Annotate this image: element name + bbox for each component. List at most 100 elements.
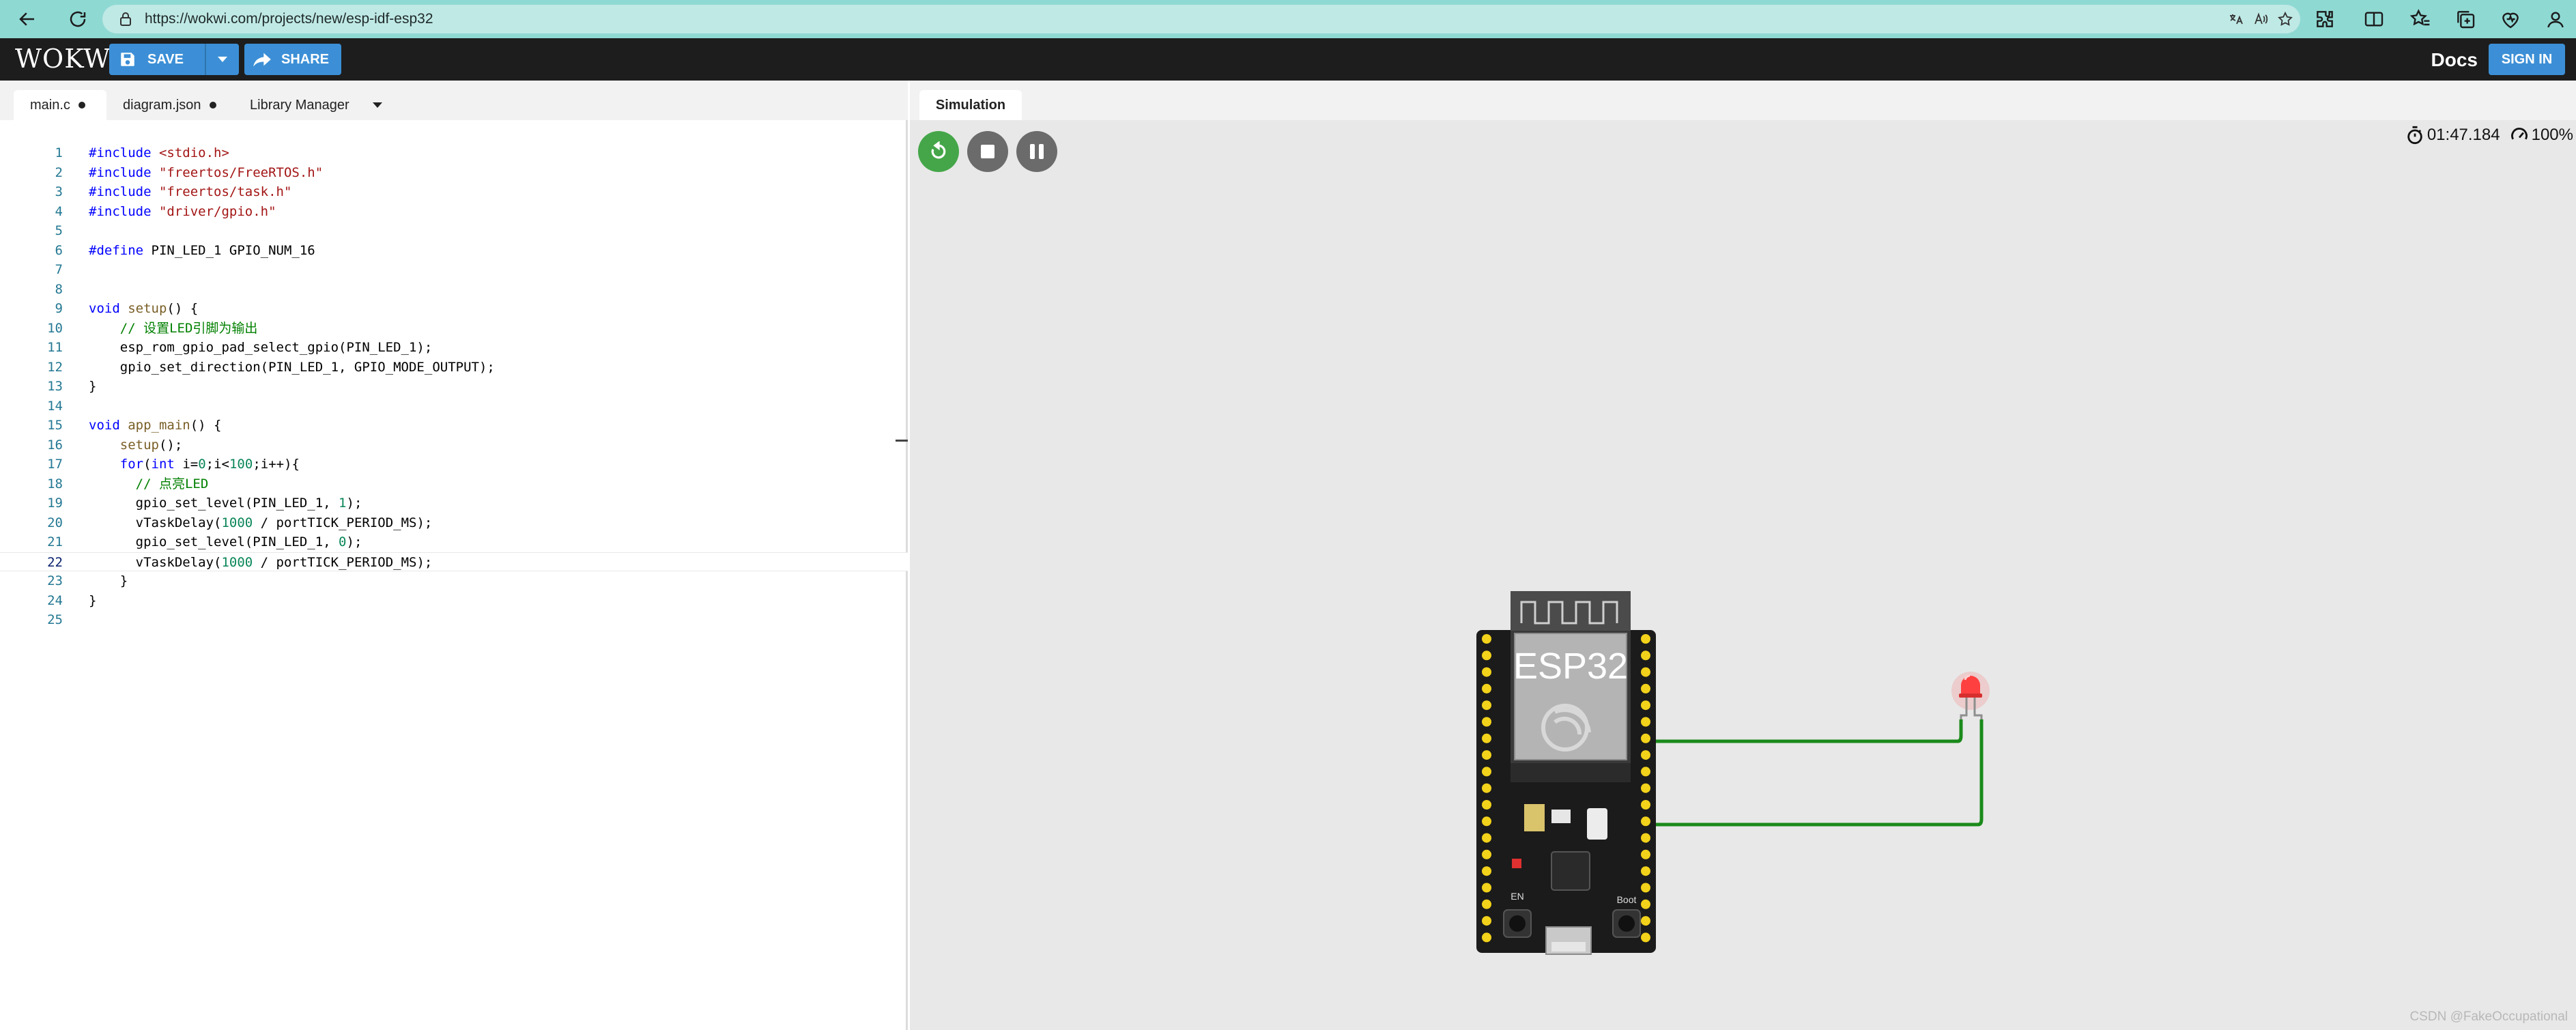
code-area[interactable]: 1 #include <stdio.h> 2 #include "freertos/F… <box>0 143 908 630</box>
code-line[interactable]: 21 gpio_set_level(PIN_LED_1, 0); <box>0 532 908 552</box>
scrollbar-marker[interactable] <box>896 440 908 442</box>
code-line[interactable]: 13} <box>0 377 908 397</box>
header-pin[interactable] <box>1641 932 1650 943</box>
header-pin[interactable] <box>1482 767 1491 777</box>
watermark: CSDN @FakeOccupational <box>2409 1010 2568 1024</box>
header-pin[interactable] <box>1482 733 1491 743</box>
code-line[interactable]: 14 <box>0 397 908 416</box>
header-pin[interactable] <box>1482 683 1491 693</box>
wokwi-logo[interactable]: WOKWI <box>15 44 121 74</box>
header-pin[interactable] <box>1482 932 1491 943</box>
header-pin[interactable] <box>1641 833 1650 843</box>
header-pin[interactable] <box>1482 849 1491 859</box>
tab-diagram-json[interactable]: diagram.json <box>123 90 216 120</box>
header-pin[interactable] <box>1482 883 1491 893</box>
docs-link[interactable]: Docs <box>2431 49 2478 71</box>
code-line[interactable]: 18 // 点亮LED <box>0 474 908 494</box>
header-pin[interactable] <box>1482 667 1491 677</box>
save-button[interactable]: SAVE <box>109 44 239 75</box>
restart-simulation-button[interactable] <box>918 131 959 172</box>
split-screen-icon[interactable] <box>2363 8 2385 30</box>
header-pin[interactable] <box>1641 800 1650 810</box>
code-line[interactable]: 24} <box>0 591 908 611</box>
esp32-devkit-board[interactable]: ESP32 EN Boot <box>1476 591 1656 955</box>
tab-main-c[interactable]: main.c <box>14 90 106 120</box>
header-pin[interactable] <box>1641 700 1650 711</box>
code-line[interactable]: 23 } <box>0 571 908 591</box>
code-line[interactable]: 6 #define PIN_LED_1 GPIO_NUM_16 <box>0 241 908 261</box>
code-line[interactable]: 19 gpio_set_level(PIN_LED_1, 1); <box>0 493 908 513</box>
wire-gnd-to-led-cathode[interactable] <box>1655 719 1984 827</box>
code-line[interactable]: 1 #include <stdio.h> <box>0 143 908 163</box>
header-pin[interactable] <box>1641 667 1650 677</box>
profile-icon[interactable] <box>2545 8 2566 30</box>
circuit-canvas[interactable]: ESP32 EN Boot <box>910 81 2576 1030</box>
header-pin[interactable] <box>1482 783 1491 793</box>
collections-icon[interactable] <box>2455 8 2476 30</box>
header-pin[interactable] <box>1641 916 1650 926</box>
code-line[interactable]: 3 #include "freertos/task.h" <box>0 182 908 202</box>
extensions-icon[interactable] <box>2314 8 2336 30</box>
header-pin[interactable] <box>1641 683 1650 693</box>
save-options-dropdown[interactable] <box>205 44 239 75</box>
favorite-star-icon[interactable] <box>2277 11 2293 27</box>
header-pin[interactable] <box>1641 650 1650 661</box>
header-pin[interactable] <box>1482 700 1491 711</box>
code-line[interactable]: 7 <box>0 260 908 280</box>
header-pin[interactable] <box>1482 899 1491 909</box>
code-line[interactable]: 10 // 设置LED引脚为输出 <box>0 319 908 339</box>
header-pin[interactable] <box>1482 634 1491 644</box>
wire-gpio-to-led-anode[interactable] <box>1655 719 1963 743</box>
code-line[interactable]: 4 #include "driver/gpio.h" <box>0 202 908 222</box>
header-pin[interactable] <box>1641 733 1650 743</box>
refresh-icon[interactable] <box>63 4 93 34</box>
header-pin[interactable] <box>1641 767 1650 777</box>
browser-essentials-icon[interactable] <box>2500 8 2521 30</box>
code-line[interactable]: 20 vTaskDelay(1000 / portTICK_PERIOD_MS)… <box>0 513 908 533</box>
code-line[interactable]: 8 <box>0 280 908 300</box>
read-aloud-icon[interactable] <box>2252 11 2269 27</box>
code-line[interactable]: 11 esp_rom_gpio_pad_select_gpio(PIN_LED_… <box>0 338 908 358</box>
line-number: 19 <box>47 496 63 511</box>
header-pin[interactable] <box>1482 866 1491 876</box>
header-pin[interactable] <box>1641 849 1650 859</box>
header-pin[interactable] <box>1641 783 1650 793</box>
header-pin[interactable] <box>1641 866 1650 876</box>
header-pin[interactable] <box>1641 634 1650 644</box>
code-line[interactable]: 17 for(int i=0;i<100;i++){ <box>0 455 908 474</box>
header-pin[interactable] <box>1482 916 1491 926</box>
code-line[interactable]: 16 setup(); <box>0 435 908 455</box>
code-line[interactable]: 2 #include "freertos/FreeRTOS.h" <box>0 163 908 183</box>
boot-button[interactable] <box>1618 915 1635 932</box>
address-bar[interactable]: https://wokwi.com/projects/new/esp-idf-e… <box>102 5 2300 33</box>
code-line[interactable]: 12 gpio_set_direction(PIN_LED_1, GPIO_MO… <box>0 358 908 377</box>
code-line[interactable]: 9 void setup() { <box>0 299 908 319</box>
header-pin[interactable] <box>1482 750 1491 760</box>
header-pin[interactable] <box>1482 800 1491 810</box>
back-icon[interactable] <box>12 4 42 34</box>
header-pin[interactable] <box>1482 816 1491 827</box>
header-pin[interactable] <box>1641 750 1650 760</box>
share-button[interactable]: SHARE <box>244 44 341 75</box>
stop-simulation-button[interactable] <box>967 131 1008 172</box>
sign-in-button[interactable]: SIGN IN <box>2489 44 2565 75</box>
code-line[interactable]: 15 void app_main() { <box>0 416 908 435</box>
tab-library-manager[interactable]: Library Manager <box>250 90 349 120</box>
header-pin[interactable] <box>1482 650 1491 661</box>
header-pin[interactable] <box>1482 717 1491 727</box>
header-pin[interactable] <box>1641 816 1650 827</box>
header-pin[interactable] <box>1641 717 1650 727</box>
favorites-icon[interactable] <box>2409 8 2431 30</box>
code-line[interactable]: 22 vTaskDelay(1000 / portTICK_PERIOD_MS)… <box>0 552 908 571</box>
code-line[interactable]: 5 <box>0 221 908 241</box>
header-pin[interactable] <box>1641 883 1650 893</box>
line-number: 18 <box>47 476 63 491</box>
red-led[interactable] <box>1951 672 1990 719</box>
immersive-reader-icon[interactable] <box>2228 11 2244 27</box>
en-button[interactable] <box>1509 915 1526 932</box>
header-pin[interactable] <box>1641 899 1650 909</box>
header-pin[interactable] <box>1482 833 1491 843</box>
pause-simulation-button[interactable] <box>1016 131 1057 172</box>
code-line[interactable]: 25 <box>0 610 908 630</box>
tabs-menu-caret-icon[interactable] <box>373 102 382 108</box>
